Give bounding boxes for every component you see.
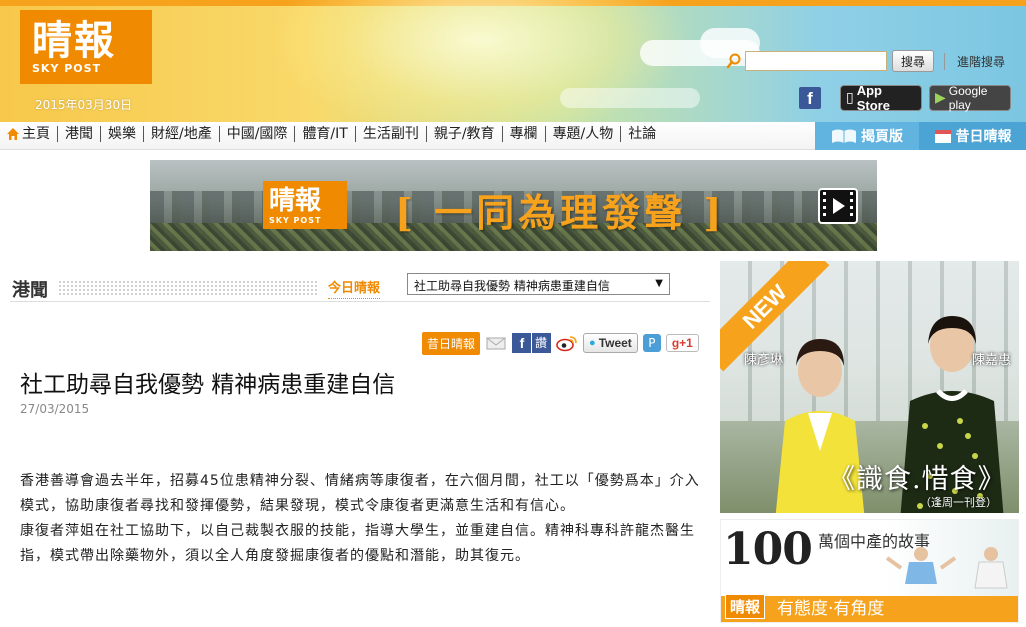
share-bar: 昔日晴報 f 讚 ● Tweet P g+1 [422, 331, 704, 355]
twitter-bird-icon: ● [589, 337, 596, 349]
weibo-icon[interactable] [556, 334, 578, 352]
banner-slogan: [ 一同為理發聲 ] [395, 190, 726, 235]
tab-label: 昔日晴報 [955, 129, 1012, 145]
ad-tagline: 有態度·有角度 [777, 599, 885, 619]
nav-item-features[interactable]: 專題/人物 [544, 126, 621, 142]
banner-logo-chinese: 晴報 [269, 185, 322, 216]
nav-item-hk-news[interactable]: 港聞 [57, 126, 100, 142]
play-icon: ▶ [935, 90, 946, 106]
nav-item-finance[interactable]: 財經/地產 [143, 126, 219, 142]
app-store-label: App Store [856, 83, 890, 113]
columnist-name: 陳嘉惠 [972, 353, 1012, 368]
middle-class-ad[interactable]: 100 萬個中產的故事 晴報 有態度·有角度 [720, 519, 1019, 623]
home-icon [7, 128, 19, 140]
banner-logo-english: SKY POST [269, 215, 322, 225]
book-icon [832, 129, 856, 143]
today-skypost-link[interactable]: 今日晴報 [328, 277, 381, 299]
banner-logo: 晴報 SKY POST [263, 181, 347, 229]
section-bar: 港聞 今日晴報 社工助尋自我優勢 精神病患重建自信 ▼ [10, 272, 710, 302]
article-select-value: 社工助尋自我優勢 精神病患重建自信 [414, 279, 610, 293]
advanced-search-link[interactable]: 進階搜尋 [944, 53, 1005, 70]
calendar-icon [934, 130, 951, 143]
facebook-like-button[interactable]: f 讚 [512, 333, 552, 353]
search-input[interactable] [745, 51, 887, 71]
logo-chinese: 晴報 [32, 17, 116, 64]
ad-column-title: 《識食.惜食》 [828, 464, 1006, 495]
nav-item-editorial[interactable]: 社論 [620, 126, 663, 142]
tab-past-issues[interactable]: 昔日晴報 [919, 122, 1026, 150]
section-title: 港聞 [12, 280, 48, 301]
search-icon [726, 53, 741, 69]
article-paragraph: 香港善導會過去半年，招募45位患精神分裂、情緒病等康復者，在六個月間，社工以「優… [20, 473, 700, 514]
article-paragraph: 康復者萍姐在社工協助下，以自己裁製衣服的技能，指導大學生，並重建自信。精神科專科… [20, 523, 695, 564]
nav-item-label: 主頁 [22, 126, 50, 142]
past-skypost-button[interactable]: 昔日晴報 [422, 331, 481, 355]
email-icon[interactable] [485, 335, 507, 351]
nav-right-tabs: 揭頁版 昔日晴報 [815, 122, 1026, 150]
promo-banner[interactable]: 晴報 SKY POST [ 一同為理發聲 ] [150, 160, 877, 251]
jumping-people-figure [885, 547, 1008, 589]
video-play-icon[interactable] [818, 188, 858, 224]
column-ad[interactable]: NEW 陳彥琳 陳嘉惠 《識食.惜食》 （逢周一刊登） [720, 261, 1019, 513]
tab-label: 揭頁版 [861, 129, 903, 145]
dropdown-arrow-icon: ▼ [655, 278, 663, 289]
header-date: 2015年03月30日 [35, 98, 133, 112]
site-header: 晴報 SKY POST 2015年03月30日 搜尋 進階搜尋 f ▯ App … [0, 0, 1026, 122]
nav-item-lifestyle[interactable]: 生活副刊 [354, 126, 426, 142]
main-nav: 主頁 港聞 娛樂 財經/地產 中國/國際 體育/IT 生活副刊 親子/教育 專欄… [0, 122, 1026, 150]
pinterest-icon[interactable]: P [642, 334, 661, 352]
search-button[interactable]: 搜尋 [892, 50, 934, 72]
columnist-name: 陳彥琳 [744, 353, 784, 368]
header-cloud [560, 88, 700, 108]
nav-item-china-intl[interactable]: 中國/國際 [218, 126, 295, 142]
tab-flip-edition[interactable]: 揭頁版 [815, 122, 919, 150]
article-headline: 社工助尋自我優勢 精神病患重建自信 [20, 372, 396, 398]
nav-item-home[interactable]: 主頁 [4, 126, 57, 142]
google-plus-button[interactable]: g+1 [665, 334, 699, 352]
ad-number: 100 [723, 524, 813, 575]
facebook-icon[interactable]: f [799, 87, 821, 109]
phone-icon: ▯ [846, 90, 854, 106]
section-divider [58, 280, 318, 296]
article-select[interactable]: 社工助尋自我優勢 精神病患重建自信 ▼ [407, 273, 670, 295]
google-play-label: Google play [948, 84, 988, 112]
tweet-label: Tweet [598, 336, 632, 350]
logo-english: SKY POST [32, 62, 102, 75]
facebook-icon: f [513, 333, 532, 353]
facebook-like-label: 讚 [531, 333, 551, 353]
site-logo[interactable]: 晴報 SKY POST [20, 10, 152, 84]
nav-items: 主頁 港聞 娛樂 財經/地產 中國/國際 體育/IT 生活副刊 親子/教育 專欄… [4, 126, 663, 142]
google-play-button[interactable]: ▶ Google play [929, 84, 1011, 112]
ad-column-subtitle: （逢周一刊登） [920, 496, 997, 509]
ad-logo: 晴報 [725, 594, 766, 619]
nav-item-columns[interactable]: 專欄 [501, 126, 545, 142]
tweet-button[interactable]: ● Tweet [583, 333, 638, 353]
nav-item-sports-it[interactable]: 體育/IT [294, 126, 354, 142]
article-date: 27/03/2015 [20, 402, 90, 416]
article-body: 香港善導會過去半年，招募45位患精神分裂、情緒病等康復者，在六個月間，社工以「優… [20, 469, 700, 569]
nav-item-entertainment[interactable]: 娛樂 [100, 126, 143, 142]
app-store-button[interactable]: ▯ App Store [840, 83, 922, 113]
nav-item-parenting[interactable]: 親子/教育 [425, 126, 502, 142]
